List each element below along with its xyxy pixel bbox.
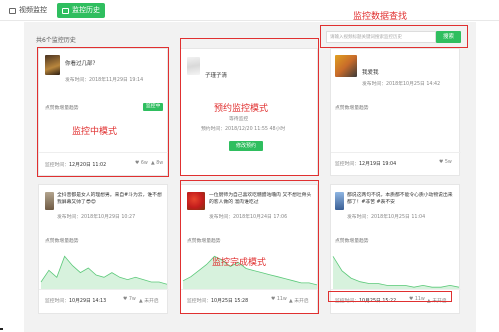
divider bbox=[331, 152, 461, 153]
video-thumbnail bbox=[335, 55, 357, 77]
top-tab-bar: 视频监控 监控历史 bbox=[0, 0, 499, 21]
annotation-box-footer bbox=[328, 291, 452, 302]
tab-label: 视频监控 bbox=[19, 6, 47, 14]
trend-label: 点赞数增量趋势 bbox=[335, 106, 369, 111]
annotation-box-completed bbox=[180, 180, 319, 314]
tab-monitoring-history[interactable]: 监控历史 bbox=[57, 3, 105, 18]
trend-chart bbox=[40, 255, 168, 289]
monitor-time-value: 12月19日 19:04 bbox=[359, 162, 397, 167]
like-value: 5w bbox=[444, 160, 452, 165]
monitor-icon bbox=[9, 7, 16, 14]
video-thumbnail bbox=[45, 192, 54, 210]
history-card[interactable]: 全抖音都是女人的理想男。来自#斗为云，谁不想我屏幕又帅了😎😍 发布时间：2018… bbox=[38, 184, 169, 314]
video-title: 我爱我 bbox=[362, 70, 379, 76]
history-card[interactable]: 我爱我 发布时间：2018年10月25日 14:42 点赞数增量趋势 监控时间：… bbox=[330, 48, 461, 176]
history-count: 共6个监控历史 bbox=[36, 37, 76, 44]
monitor-time: 监控时间：10月29日 14:13 bbox=[45, 297, 106, 304]
annotation-box-monitoring bbox=[37, 47, 169, 177]
tab-label: 监控历史 bbox=[72, 6, 100, 14]
divider bbox=[39, 289, 169, 290]
tab-video-monitoring[interactable]: 视频监控 bbox=[4, 3, 52, 18]
comment-value: 未开启 bbox=[144, 299, 159, 304]
publish-time: 发布时间：2018年10月29日 10:27 bbox=[57, 215, 136, 220]
video-title: 都说这两句不说，本质都不能令心质小动物说出来都了！#非苦 #表不安 bbox=[347, 193, 453, 205]
monitor-time-label: 监控时间： bbox=[335, 162, 359, 167]
monitor-icon bbox=[62, 7, 69, 14]
like-value: 7w bbox=[128, 297, 136, 302]
annotation-reserved: 预约监控模式 bbox=[214, 104, 269, 114]
chart-area bbox=[41, 256, 167, 289]
video-title: 全抖音都是女人的理想男。来自#斗为云，谁不想我屏幕又帅了😎😍 bbox=[57, 193, 162, 205]
publish-time: 发布时间：2018年10月25日 14:42 bbox=[362, 82, 441, 87]
annotation-completed: 监控完成模式 bbox=[212, 258, 267, 268]
monitor-time-value: 10月29日 14:13 bbox=[69, 299, 107, 304]
publish-time: 发布时间：2018年10月25日 11:04 bbox=[347, 215, 426, 220]
trend-label: 点赞数增量趋势 bbox=[45, 239, 79, 244]
divider bbox=[331, 289, 461, 290]
like-count: ♥ 5w bbox=[439, 160, 452, 165]
corner-mark bbox=[0, 328, 3, 330]
annotation-monitoring: 监控中模式 bbox=[72, 127, 118, 137]
annotation-box-search bbox=[320, 25, 468, 48]
comment-count: ▲ 未开启 bbox=[139, 299, 159, 304]
monitor-time: 监控时间：12月19日 19:04 bbox=[335, 160, 396, 167]
like-count: ♥ 7w bbox=[123, 297, 136, 302]
monitor-time-label: 监控时间： bbox=[45, 299, 69, 304]
trend-label: 点赞数增量趋势 bbox=[335, 239, 369, 244]
chart-area bbox=[333, 256, 459, 289]
annotation-search: 监控数据查找 bbox=[353, 12, 408, 22]
video-thumbnail bbox=[335, 192, 344, 210]
trend-chart bbox=[332, 256, 460, 289]
